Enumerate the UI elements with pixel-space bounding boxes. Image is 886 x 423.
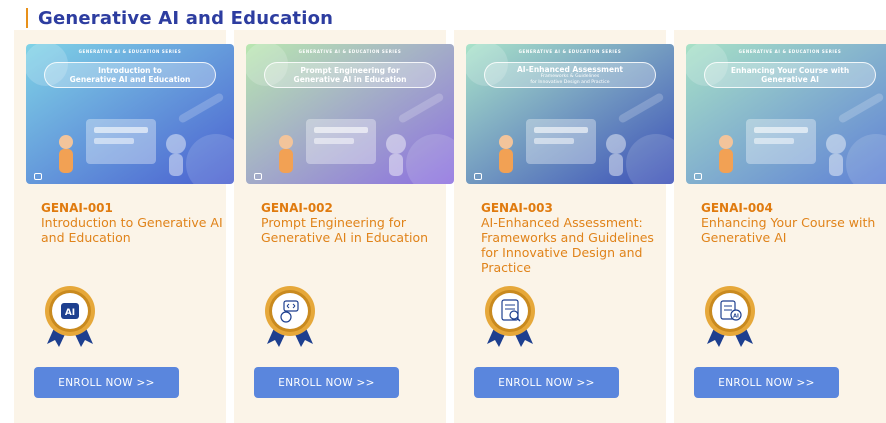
course-title[interactable]: AI-Enhanced Assessment: Frameworks and G… (481, 215, 671, 275)
course-code: GENAI-001 (41, 201, 113, 215)
enroll-now-button[interactable]: ENROLL NOW >> (694, 367, 839, 398)
course-card[interactable]: GENERATIVE AI & EDUCATION SERIES Enhanci… (674, 30, 886, 423)
banner-title-pill: Enhancing Your Course with Generative AI (704, 62, 876, 88)
banner-series-label: GENERATIVE AI & EDUCATION SERIES (518, 49, 622, 54)
course-card[interactable]: GENERATIVE AI & EDUCATION SERIES Prompt … (234, 30, 454, 423)
banner-title-line: Prompt Engineering for (300, 66, 400, 75)
title-accent-bar (26, 8, 28, 28)
course-title[interactable]: Prompt Engineering for Generative AI in … (261, 215, 451, 245)
course-banner-image[interactable]: GENERATIVE AI & EDUCATION SERIES AI-Enha… (466, 44, 674, 184)
institution-logo (254, 173, 264, 180)
enroll-now-button[interactable]: ENROLL NOW >> (254, 367, 399, 398)
section-header: Generative AI and Education (26, 6, 333, 30)
course-card[interactable]: GENERATIVE AI & EDUCATION SERIES AI-Enha… (454, 30, 674, 423)
course-code: GENAI-002 (261, 201, 333, 215)
banner-title-pill: Prompt Engineering for Generative AI in E… (264, 62, 436, 88)
course-title[interactable]: Introduction to Generative AI and Educat… (41, 215, 231, 245)
banner-title-line: Enhancing Your Course with (730, 66, 850, 75)
institution-logo (474, 173, 484, 180)
banner-title-line: Introduction to (98, 66, 162, 75)
course-banner-image[interactable]: GENERATIVE AI & EDUCATION SERIES Introdu… (26, 44, 234, 184)
section-title: Generative AI and Education (38, 7, 334, 29)
banner-subtitle-line: for Innovative Design and Practice (530, 79, 610, 85)
ai-chip-icon: AI (45, 286, 95, 347)
banner-title-line: AI-Enhanced Assessment (517, 65, 623, 75)
banner-title-pill: Introduction to Generative AI and Educati… (44, 62, 216, 88)
banner-series-label: GENERATIVE AI & EDUCATION SERIES (78, 49, 182, 54)
course-card[interactable]: GENERATIVE AI & EDUCATION SERIES Introdu… (14, 30, 234, 423)
course-card-list: GENERATIVE AI & EDUCATION SERIES Introdu… (14, 30, 886, 423)
course-code: GENAI-004 (701, 201, 773, 215)
banner-series-label: GENERATIVE AI & EDUCATION SERIES (298, 49, 402, 54)
course-banner-image[interactable]: GENERATIVE AI & EDUCATION SERIES Prompt … (246, 44, 454, 184)
banner-title-line: Generative AI and Education (69, 75, 191, 84)
enroll-now-button[interactable]: ENROLL NOW >> (34, 367, 179, 398)
banner-title-line: Generative AI (761, 75, 819, 84)
course-ai-icon: AI (705, 286, 755, 347)
assessment-doc-icon (485, 286, 535, 347)
institution-logo (694, 173, 704, 180)
course-code: GENAI-003 (481, 201, 553, 215)
course-title[interactable]: Enhancing Your Course with Generative AI (701, 215, 886, 245)
svg-text:AI: AI (733, 314, 739, 320)
prompt-brain-icon (265, 286, 315, 347)
institution-logo (34, 173, 44, 180)
banner-title-line: Generative AI in Education (293, 75, 407, 84)
course-banner-image[interactable]: GENERATIVE AI & EDUCATION SERIES Enhanci… (686, 44, 886, 184)
banner-series-label: GENERATIVE AI & EDUCATION SERIES (738, 49, 842, 54)
banner-title-pill: AI-Enhanced Assessment Frameworks & Guide… (484, 62, 656, 88)
enroll-now-button[interactable]: ENROLL NOW >> (474, 367, 619, 398)
svg-text:AI: AI (65, 308, 75, 318)
